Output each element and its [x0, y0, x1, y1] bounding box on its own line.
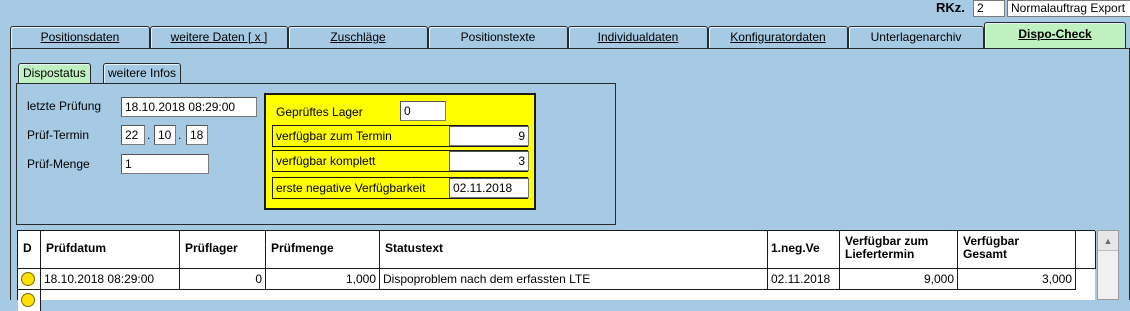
tab-unterlagenarchiv[interactable]: Unterlagenarchiv: [848, 26, 984, 48]
cell-verfuegbar-liefertermin[interactable]: 9,000: [840, 269, 958, 290]
col-header-statustext[interactable]: Statustext: [380, 231, 768, 269]
pruef-termin-year-field[interactable]: 18: [186, 125, 208, 145]
status-cell[interactable]: [18, 290, 41, 311]
col-header-spacer: [1076, 231, 1096, 269]
erste-negative-row: erste negative Verfügbarkeit 02.11.2018: [272, 177, 529, 199]
subtab-weitere-infos[interactable]: weitere Infos: [103, 63, 182, 83]
pruef-termin-label: Prüf-Termin: [27, 128, 90, 142]
pruef-termin-month-field[interactable]: 10: [154, 125, 176, 145]
verfuegbar-komplett-field[interactable]: 3: [449, 151, 529, 171]
verfuegbar-komplett-row: verfügbar komplett 3: [272, 150, 529, 172]
tab-dispo-check[interactable]: Dispo-Check: [984, 22, 1126, 48]
cell-statustext[interactable]: Dispoproblem nach dem erfassten LTE: [380, 269, 768, 290]
cell-verfuegbar-gesamt[interactable]: 3,000: [958, 269, 1076, 290]
status-cell[interactable]: [18, 269, 41, 290]
rkz-field[interactable]: 2: [973, 0, 1005, 17]
rkz-label: RKz.: [936, 0, 965, 15]
col-header-pruefdatum[interactable]: Prüfdatum: [41, 231, 180, 269]
scroll-up-icon[interactable]: ▲: [1098, 231, 1118, 251]
erste-negative-label: erste negative Verfügbarkeit: [276, 181, 426, 195]
pruef-termin-day-field[interactable]: 22: [121, 125, 145, 145]
table-vertical-scrollbar[interactable]: ▲: [1097, 230, 1119, 300]
col-header-line: Gesamt: [963, 247, 1008, 261]
tab-positionsdaten[interactable]: Positionsdaten: [10, 26, 150, 48]
main-tab-bar: Positionsdaten weitere Daten [ x ] Zusch…: [10, 22, 1130, 48]
letzte-pruefung-label: letzte Prüfung: [27, 99, 102, 113]
status-indicator-icon: [21, 272, 35, 286]
tab-weitere-daten[interactable]: weitere Daten [ x ]: [150, 26, 288, 48]
col-header-pruefmenge[interactable]: Prüfmenge: [266, 231, 380, 269]
verfuegbar-termin-row: verfügbar zum Termin 9: [272, 125, 529, 147]
col-header-prueflager[interactable]: Prüflager: [180, 231, 266, 269]
tab-positionstexte[interactable]: Positionstexte: [428, 26, 568, 48]
letzte-pruefung-field[interactable]: 18.10.2018 08:29:00: [121, 97, 257, 117]
date-separator: .: [178, 128, 182, 142]
cell-pruefdatum[interactable]: 18.10.2018 08:29:00: [41, 269, 180, 290]
pruef-menge-field[interactable]: 1: [121, 154, 209, 174]
tab-individualdaten[interactable]: Individualdaten: [568, 26, 708, 48]
col-header-verfuegbar-liefertermin[interactable]: Verfügbar zum Liefertermin: [840, 231, 958, 269]
date-separator: .: [147, 128, 151, 142]
col-header-erste-neg[interactable]: 1.neg.Ve: [768, 231, 840, 269]
col-header-verfuegbar-gesamt[interactable]: Verfügbar Gesamt: [958, 231, 1076, 269]
dispo-check-table: D Prüfdatum Prüflager Prüfmenge Statuste…: [17, 230, 1096, 311]
tab-konfiguratordaten[interactable]: Konfiguratordaten: [708, 26, 848, 48]
subtab-dispostatus[interactable]: Dispostatus: [18, 63, 91, 83]
col-header-line: Liefertermin: [845, 247, 915, 261]
order-type-field[interactable]: Normalauftrag Export: [1007, 0, 1130, 17]
gepruefte-lager-field[interactable]: 0: [400, 101, 446, 121]
cell-erste-neg[interactable]: 02.11.2018: [768, 269, 840, 290]
cell-pruefmenge[interactable]: 1,000: [266, 269, 380, 290]
verfuegbar-termin-field[interactable]: 9: [449, 126, 529, 146]
verfuegbar-termin-label: verfügbar zum Termin: [276, 129, 392, 143]
col-header-d[interactable]: D: [18, 231, 41, 269]
erste-negative-field[interactable]: 02.11.2018: [449, 178, 529, 198]
availability-box: Geprüftes Lager 0 verfügbar zum Termin 9…: [264, 93, 536, 210]
cell-prueflager[interactable]: 0: [180, 269, 266, 290]
gepruefte-lager-label: Geprüftes Lager: [276, 105, 363, 119]
pruef-menge-label: Prüf-Menge: [27, 157, 90, 171]
status-indicator-icon: [21, 293, 35, 307]
verfuegbar-komplett-label: verfügbar komplett: [276, 154, 376, 168]
tab-zuschlaege[interactable]: Zuschläge: [288, 26, 428, 48]
